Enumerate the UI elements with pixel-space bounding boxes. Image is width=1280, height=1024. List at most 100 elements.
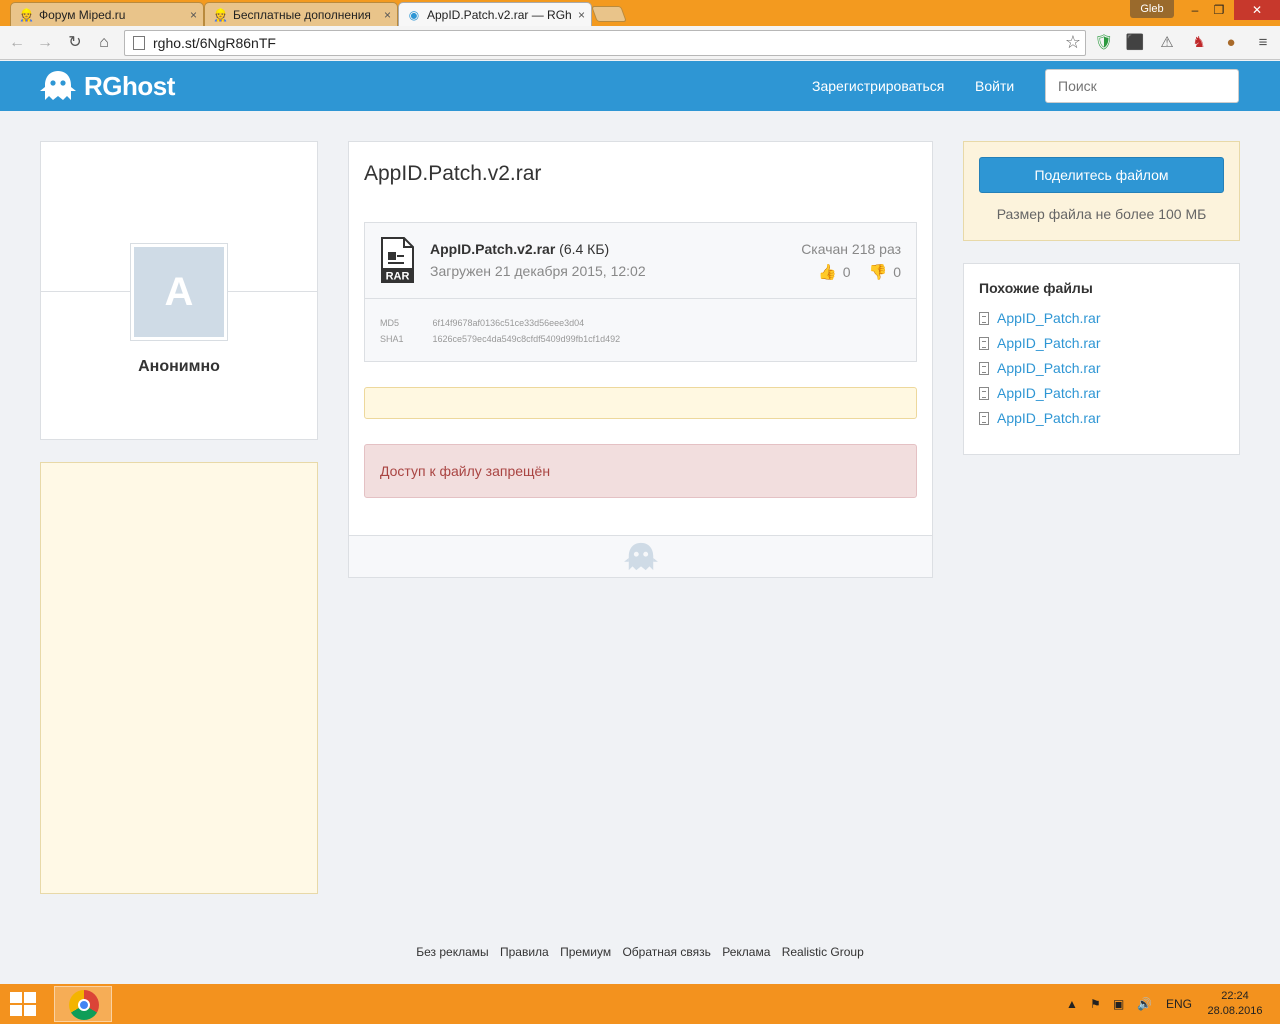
similar-file-name[interactable]: AppID_Patch.rar xyxy=(997,410,1101,426)
thumbs-down-icon: 👎 xyxy=(868,264,888,281)
windows-taskbar: ▲ ⚑ ▣ 🔊 ENG 22:24 28.08.2016 xyxy=(0,984,1280,1024)
address-bar[interactable]: ☆ xyxy=(124,30,1086,56)
language-indicator[interactable]: ENG xyxy=(1166,984,1192,1024)
user-name: Анонимно xyxy=(138,358,220,375)
similar-file-name[interactable]: AppID_Patch.rar xyxy=(997,360,1101,376)
similar-file-name[interactable]: AppID_Patch.rar xyxy=(997,385,1101,401)
logo-text: RGhost xyxy=(84,70,175,101)
vote-bar: 👍 0 👎 0 xyxy=(818,263,901,281)
profile-badge[interactable]: Gleb xyxy=(1130,0,1174,18)
site-footer: Без рекламы Правила Премиум Обратная свя… xyxy=(0,945,1280,959)
footer-link-premium[interactable]: Премиум xyxy=(560,945,611,959)
footer-link-advertising[interactable]: Реклама xyxy=(722,945,770,959)
similar-file-link[interactable]: AppID_Patch.rar xyxy=(979,359,1101,377)
taskbar-chrome-button[interactable] xyxy=(54,986,112,1022)
windows-start-icon[interactable] xyxy=(10,992,38,1016)
file-name-line: AppID.Patch.v2.rar (6.4 КБ) xyxy=(430,241,609,257)
ghostery-extension-icon[interactable]: ⬛ xyxy=(1124,32,1146,54)
similar-file-link[interactable]: AppID_Patch.rar xyxy=(979,309,1101,327)
panel-footer xyxy=(349,535,932,577)
document-icon xyxy=(979,361,989,375)
page-icon xyxy=(133,36,145,50)
tab-rghost-file[interactable]: ◉ AppID.Patch.v2.rar — RGh × xyxy=(398,2,592,26)
chrome-icon xyxy=(69,990,99,1020)
similar-file-link[interactable]: AppID_Patch.rar xyxy=(979,409,1101,427)
ad-placeholder xyxy=(40,462,318,894)
search-input[interactable] xyxy=(1045,69,1239,103)
tab-label: Форум Miped.ru xyxy=(39,8,126,22)
avatar[interactable]: A xyxy=(131,244,227,340)
close-window-button[interactable]: ✕ xyxy=(1234,0,1280,20)
file-panel: AppID.Patch.v2.rar RAR AppID.Patch.v2.ra… xyxy=(348,141,933,578)
system-clock[interactable]: 22:24 28.08.2016 xyxy=(1200,989,1270,1019)
tab-close-icon[interactable]: × xyxy=(578,3,585,26)
tab-close-icon[interactable]: × xyxy=(384,3,391,26)
miped-favicon-icon: 👷 xyxy=(213,8,228,22)
similar-file-name[interactable]: AppID_Patch.rar xyxy=(997,310,1101,326)
download-count: Скачан 218 раз xyxy=(801,241,901,257)
footer-link-no-ads[interactable]: Без рекламы xyxy=(416,945,488,959)
similar-file-link[interactable]: AppID_Patch.rar xyxy=(979,384,1101,402)
document-icon xyxy=(979,336,989,350)
miped-favicon-icon: 👷 xyxy=(19,8,34,22)
share-file-button[interactable]: Поделитесь файлом xyxy=(979,157,1224,193)
clock-date: 28.08.2016 xyxy=(1207,1005,1263,1017)
sha1-value: 1626ce579ec4da549c8cfdf5409d99fb1cf1d492 xyxy=(432,334,621,344)
tab-free-addons[interactable]: 👷 Бесплатные дополнения × xyxy=(204,2,398,26)
sha1-label: SHA1 xyxy=(380,334,404,344)
tab-miped-forum[interactable]: 👷 Форум Miped.ru × xyxy=(10,2,204,26)
new-tab-button[interactable] xyxy=(591,6,627,22)
share-panel: Поделитесь файлом Размер файла не более … xyxy=(963,141,1240,241)
file-name[interactable]: AppID.Patch.v2.rar xyxy=(430,241,555,257)
warning-extension-icon[interactable]: ⚠ xyxy=(1156,32,1178,54)
like-button[interactable]: 👍 0 xyxy=(818,263,850,281)
footer-link-realistic-group[interactable]: Realistic Group xyxy=(782,945,864,959)
document-icon xyxy=(979,386,989,400)
document-icon xyxy=(979,411,989,425)
back-arrow-icon[interactable]: ← xyxy=(6,32,28,54)
volume-icon[interactable]: 🔊 xyxy=(1137,984,1152,1024)
md5-value: 6f14f9678af0136c51ce33d56eee3d04 xyxy=(432,318,585,328)
url-input[interactable] xyxy=(153,31,1033,55)
rghost-logo[interactable]: RGhost xyxy=(40,69,175,103)
similar-files-panel: Похожие файлы AppID_Patch.rar AppID_Patc… xyxy=(963,263,1240,455)
notice-box xyxy=(364,387,917,419)
flag-icon[interactable]: ⚑ xyxy=(1090,984,1101,1024)
restore-button[interactable]: ❐ xyxy=(1206,0,1232,20)
md5-label: MD5 xyxy=(380,318,400,328)
access-denied-alert: Доступ к файлу запрещён xyxy=(364,444,917,498)
menu-icon[interactable]: ≡ xyxy=(1252,32,1274,54)
register-link[interactable]: Зарегистрироваться xyxy=(812,61,944,111)
dislike-button[interactable]: 👎 0 xyxy=(869,263,901,281)
cookie-extension-icon[interactable]: ● xyxy=(1220,32,1242,54)
sha1-row: SHA1 1626ce579ec4da549c8cfdf5409d99fb1cf… xyxy=(380,334,620,344)
footer-link-feedback[interactable]: Обратная связь xyxy=(622,945,710,959)
shield-extension-icon[interactable]: 🛡 xyxy=(1093,32,1115,54)
file-size-limit-note: Размер файла не более 100 МБ xyxy=(996,206,1207,222)
dragon-extension-icon[interactable]: ♞ xyxy=(1188,32,1210,54)
document-icon xyxy=(979,311,989,325)
login-link[interactable]: Войти xyxy=(975,61,1014,111)
clock-time: 22:24 xyxy=(1221,990,1249,1002)
browser-toolbar: ← → ↻ ⌂ ☆ 🛡 ⬛ ⚠ ♞ ● ≡ xyxy=(0,26,1280,60)
network-icon[interactable]: ▣ xyxy=(1113,984,1124,1024)
footer-link-rules[interactable]: Правила xyxy=(500,945,549,959)
upload-date: Загружен 21 декабря 2015, 12:02 xyxy=(430,263,646,279)
tab-close-icon[interactable]: × xyxy=(190,3,197,26)
similar-file-link[interactable]: AppID_Patch.rar xyxy=(979,334,1101,352)
similar-file-name[interactable]: AppID_Patch.rar xyxy=(997,335,1101,351)
reload-icon[interactable]: ↻ xyxy=(64,32,86,54)
forward-arrow-icon[interactable]: → xyxy=(34,32,56,54)
browser-titlebar: 👷 Форум Miped.ru × 👷 Бесплатные дополнен… xyxy=(0,0,1280,26)
tray-expand-icon[interactable]: ▲ xyxy=(1066,984,1078,1024)
home-icon[interactable]: ⌂ xyxy=(93,32,115,54)
ghost-watermark-icon xyxy=(624,542,658,571)
tab-label: AppID.Patch.v2.rar — RGh xyxy=(427,8,572,22)
svg-text:RAR: RAR xyxy=(386,271,410,283)
file-info-header: RAR AppID.Patch.v2.rar (6.4 КБ) Загружен… xyxy=(365,223,916,299)
dislike-count: 0 xyxy=(893,264,901,280)
bookmark-star-icon[interactable]: ☆ xyxy=(1065,32,1081,53)
thumbs-up-icon: 👍 xyxy=(818,264,837,281)
site-header: RGhost Зарегистрироваться Войти xyxy=(0,61,1280,111)
rghost-favicon-icon: ◉ xyxy=(408,8,420,22)
